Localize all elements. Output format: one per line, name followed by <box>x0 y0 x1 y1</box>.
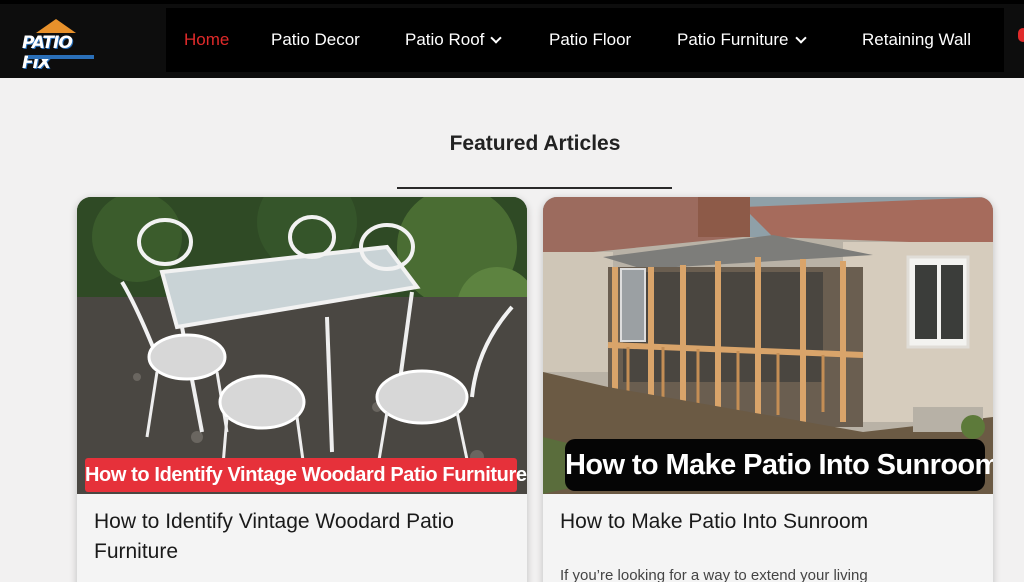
nav-item-patio-floor[interactable]: Patio Floor <box>549 30 631 50</box>
header-top-strip <box>0 0 1024 4</box>
image-caption: How to Make Patio Into Sunroom <box>565 439 993 491</box>
nav-item-retaining-wall[interactable]: Retaining Wall <box>862 30 971 50</box>
article-thumbnail[interactable]: How to Identify Vintage Woodard Patio Fu… <box>77 197 527 494</box>
nav-item-label: Patio Floor <box>549 30 632 49</box>
nav-item-patio-furniture[interactable]: Patio Furniture <box>677 30 807 50</box>
article-thumbnail[interactable]: How to Make Patio Into Sunroom <box>543 197 993 494</box>
logo-house-icon <box>36 19 76 33</box>
section-title: Featured Articles <box>449 132 621 155</box>
article-card[interactable]: How to Make Patio Into Sunroom How to Ma… <box>543 197 993 582</box>
nav-overflow-indicator <box>1018 28 1024 42</box>
image-caption: How to Identify Vintage Woodard Patio Fu… <box>85 458 527 492</box>
nav-item-home[interactable]: Home <box>184 30 229 50</box>
nav-item-patio-decor[interactable]: Patio Decor <box>271 30 360 50</box>
article-title[interactable]: How to Make Patio Into Sunroom <box>560 507 980 537</box>
nav-item-label: Home <box>184 30 230 49</box>
nav-item-label: Patio Decor <box>271 30 360 49</box>
nav-item-patio-roof[interactable]: Patio Roof <box>405 30 503 50</box>
section-divider <box>397 187 672 189</box>
article-excerpt: If you’re looking for a way to extend yo… <box>560 567 868 582</box>
article-title[interactable]: How to Identify Vintage Woodard Patio Fu… <box>94 507 514 567</box>
patio-furniture-photo <box>77 197 527 494</box>
chevron-down-icon <box>490 31 503 44</box>
logo-text: PATIO FIX <box>22 33 73 73</box>
nav-item-label: Retaining Wall <box>862 30 971 49</box>
nav-item-label: Patio Furniture <box>677 30 789 49</box>
article-card[interactable]: How to Identify Vintage Woodard Patio Fu… <box>77 197 527 582</box>
nav-item-label: Patio Roof <box>405 30 485 49</box>
site-logo[interactable]: PATIO FIX <box>22 19 100 73</box>
logo-underline <box>28 55 94 59</box>
chevron-down-icon <box>794 31 807 44</box>
